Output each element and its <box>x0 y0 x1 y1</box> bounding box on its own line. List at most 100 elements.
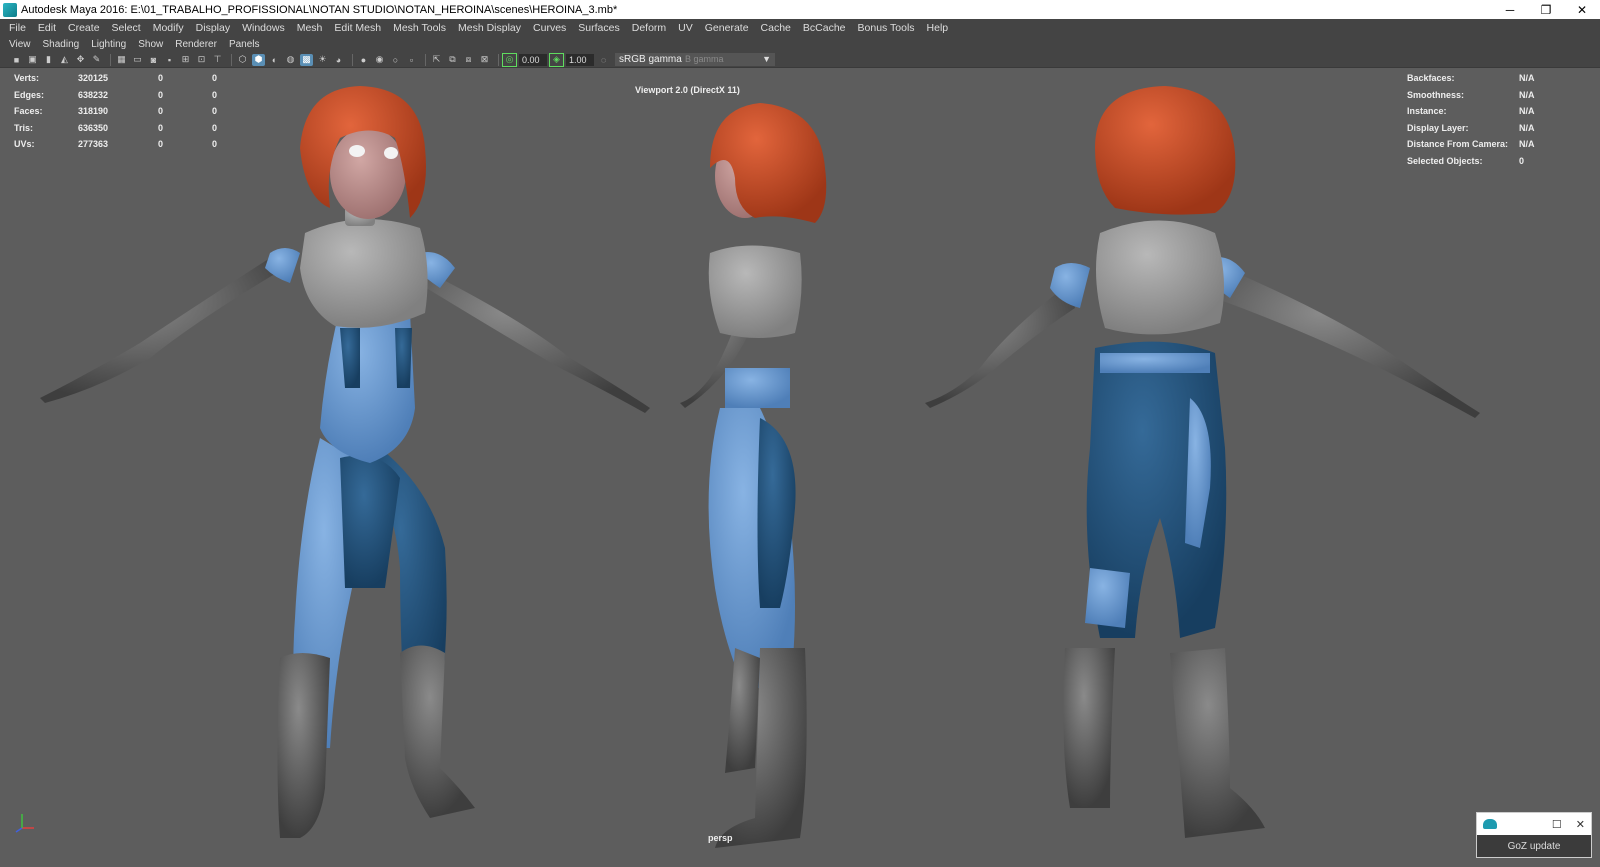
menu-cache[interactable]: Cache <box>755 22 797 34</box>
side-view-figure <box>680 103 827 848</box>
hud-value: 0 <box>158 122 164 133</box>
field-chart-icon[interactable]: ⊞ <box>179 54 192 66</box>
safe-action-icon[interactable]: ⊡ <box>195 54 208 66</box>
gate-mask-icon[interactable]: ▪ <box>163 54 176 66</box>
hud-row-faces: Faces: 318190 0 0 <box>14 103 242 120</box>
color-management-icon[interactable]: ◌ <box>597 54 610 66</box>
use-all-lights-icon[interactable]: ☀ <box>316 54 329 66</box>
camera-select-icon[interactable]: ■ <box>10 54 23 66</box>
menu-edit-mesh[interactable]: Edit Mesh <box>328 22 387 34</box>
hud-label: Tris: <box>14 122 34 133</box>
image-plane-icon[interactable]: ◭ <box>58 54 71 66</box>
depth-of-field-icon[interactable]: ▫ <box>405 54 418 66</box>
panel-menu-view[interactable]: View <box>3 39 37 50</box>
xray-icon[interactable]: ⧉ <box>446 54 459 66</box>
close-icon[interactable]: ✕ <box>1564 0 1600 19</box>
menu-modify[interactable]: Modify <box>147 22 190 34</box>
hud-value: N/A <box>1519 122 1535 133</box>
menu-curves[interactable]: Curves <box>527 22 572 34</box>
camera-attributes-icon[interactable]: ▣ <box>26 54 39 66</box>
menu-mesh-tools[interactable]: Mesh Tools <box>387 22 452 34</box>
character-model-views[interactable] <box>0 68 1600 867</box>
chevron-down-icon: ▼ <box>762 54 771 64</box>
menu-surfaces[interactable]: Surfaces <box>572 22 625 34</box>
panel-menu-renderer[interactable]: Renderer <box>169 39 223 50</box>
toolbar-divider <box>231 53 232 66</box>
menu-file[interactable]: File <box>3 22 32 34</box>
gamma-icon[interactable]: ◈ <box>549 52 564 67</box>
menu-bccache[interactable]: BcCache <box>797 22 852 34</box>
isolate-select-icon[interactable]: ⇱ <box>430 54 443 66</box>
window-title: Autodesk Maya 2016: E:\01_TRABALHO_PROFI… <box>21 3 618 16</box>
view-transform-ghost-text: B gamma <box>685 54 724 64</box>
goz-icon <box>1483 819 1497 829</box>
film-gate-icon[interactable]: ▭ <box>131 54 144 66</box>
view-axis-icon <box>15 814 34 833</box>
menu-windows[interactable]: Windows <box>236 22 291 34</box>
toolbar-divider <box>425 53 426 66</box>
hud-value: N/A <box>1519 89 1535 100</box>
hud-label: Faces: <box>14 106 43 117</box>
hud-value: 320125 <box>78 73 109 84</box>
menu-deform[interactable]: Deform <box>626 22 672 34</box>
xray-components-icon[interactable]: ⊠ <box>478 54 491 66</box>
main-menu-bar: File Edit Create Select Modify Display Windows… <box>0 19 1600 37</box>
goz-update-button[interactable]: GoZ update <box>1477 835 1591 857</box>
hud-value: 638232 <box>78 89 109 100</box>
viewport-panel[interactable]: Verts: 320125 0 0 Edges: 638232 0 0 Faces: 318190… <box>0 68 1600 867</box>
panel-menu-shading[interactable]: Shading <box>37 39 86 50</box>
grease-pencil-icon[interactable]: ✎ <box>90 54 103 66</box>
menu-mesh[interactable]: Mesh <box>291 22 329 34</box>
wireframe-icon[interactable]: ⬡ <box>236 54 249 66</box>
goz-maximize-icon[interactable]: ☐ <box>1552 818 1562 831</box>
goz-close-icon[interactable]: ✕ <box>1576 818 1585 831</box>
panel-menu-lighting[interactable]: Lighting <box>85 39 132 50</box>
toolbar-divider <box>352 53 353 66</box>
hud-label: Backfaces: <box>1407 73 1455 84</box>
hud-row-display-layer: Display Layer: N/A <box>1407 120 1535 137</box>
minimize-icon[interactable]: ─ <box>1492 0 1528 19</box>
screen-space-ao-icon[interactable]: ● <box>357 54 370 66</box>
gamma-field[interactable]: 1.00 <box>566 53 594 66</box>
view-transform-dropdown[interactable]: sRGB gamma B gamma ▼ <box>615 53 775 66</box>
panel-menu-panels[interactable]: Panels <box>223 39 266 50</box>
xray-joints-icon[interactable]: ⧈ <box>462 54 475 66</box>
2d-pan-zoom-icon[interactable]: ✥ <box>74 54 87 66</box>
resolution-gate-icon[interactable]: ◙ <box>147 54 160 66</box>
hud-row-tris: Tris: 636350 0 0 <box>14 120 242 137</box>
menu-uv[interactable]: UV <box>672 22 699 34</box>
window-titlebar: Autodesk Maya 2016: E:\01_TRABALHO_PROFI… <box>0 0 1600 19</box>
view-transform-value: sRGB gamma <box>619 54 682 65</box>
menu-help[interactable]: Help <box>921 22 955 34</box>
grid-icon[interactable]: ▦ <box>115 54 128 66</box>
hud-value: 277363 <box>78 139 109 150</box>
hud-value: 0 <box>1519 155 1525 166</box>
anti-aliasing-icon[interactable]: ○ <box>389 54 402 66</box>
hud-value: 0 <box>212 122 218 133</box>
toolbar-divider <box>498 53 499 66</box>
panel-menu-show[interactable]: Show <box>132 39 169 50</box>
safe-title-icon[interactable]: ⊤ <box>211 54 224 66</box>
poly-count-hud: Verts: 320125 0 0 Edges: 638232 0 0 Faces: 318190… <box>14 70 242 153</box>
camera-name-label: persp <box>708 833 733 843</box>
object-details-hud: Backfaces: N/A Smoothness: N/A Instance: N/A D… <box>1407 70 1535 169</box>
menu-bonus-tools[interactable]: Bonus Tools <box>852 22 921 34</box>
menu-edit[interactable]: Edit <box>32 22 62 34</box>
exposure-icon[interactable]: ◎ <box>502 52 517 67</box>
wireframe-on-shaded-icon[interactable]: ◍ <box>284 54 297 66</box>
bookmark-icon[interactable]: ▮ <box>42 54 55 66</box>
shadows-icon[interactable]: ◕ <box>332 54 345 66</box>
menu-select[interactable]: Select <box>106 22 147 34</box>
textured-icon[interactable]: ▩ <box>300 53 313 66</box>
restore-icon[interactable]: ❐ <box>1528 0 1564 19</box>
motion-blur-icon[interactable]: ◉ <box>373 54 386 66</box>
default-material-icon[interactable]: ◐ <box>268 54 281 66</box>
hud-value: 0 <box>158 89 164 100</box>
menu-display[interactable]: Display <box>190 22 236 34</box>
menu-generate[interactable]: Generate <box>699 22 755 34</box>
hud-value: 0 <box>158 106 164 117</box>
menu-mesh-display[interactable]: Mesh Display <box>452 22 527 34</box>
menu-create[interactable]: Create <box>62 22 106 34</box>
smooth-shade-icon[interactable]: ⬢ <box>252 53 265 66</box>
exposure-field[interactable]: 0.00 <box>519 53 547 66</box>
